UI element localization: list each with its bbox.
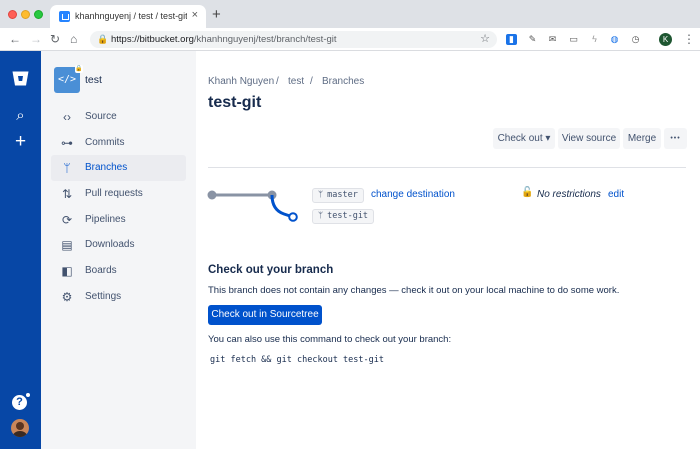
chart-extension-icon[interactable]: ▮ [506,34,517,45]
change-destination-link[interactable]: change destination [371,189,455,200]
profile-avatar[interactable]: K [659,33,672,46]
restrictions-status: No restrictions [537,189,601,200]
forward-arrow-icon[interactable]: → [30,32,42,46]
sidebar-item-label: Pull requests [85,188,143,199]
sidebar-item-label: Commits [85,137,125,148]
sidebar-item-branches[interactable]: ᛘ Branches [51,155,186,181]
gear-icon: ⚙ [61,290,73,304]
home-icon[interactable]: ⌂ [70,32,77,46]
bookmark-star-icon[interactable]: ☆ [480,32,490,45]
private-lock-icon: 🔒 [75,65,83,73]
sidebar-item-pipelines[interactable]: ⟳ Pipelines [51,207,186,233]
sidebar-item-source[interactable]: ‹› Source [51,104,186,130]
sidebar-item-pull-requests[interactable]: ⇅ Pull requests [51,181,186,207]
merge-button[interactable]: Merge [623,128,661,149]
breadcrumb-separator: / [310,76,313,87]
page-title: test-git [208,94,262,111]
window-minimize-button[interactable] [21,10,30,19]
sidebar-item-settings[interactable]: ⚙ Settings [51,284,186,310]
checkout-command[interactable]: git fetch && git checkout test-git [210,355,384,365]
url-text: https://bitbucket.org/khanhnguyenj/test/… [111,34,337,45]
checkout-dropdown-button[interactable]: Check out ▾ [493,128,555,149]
create-plus-icon[interactable]: + [12,131,29,153]
notification-dot [25,392,31,398]
branch-icon: ᛘ [63,161,71,175]
tab-close-icon[interactable]: × [192,9,198,21]
window-close-button[interactable] [8,10,17,19]
downloads-icon: ▤ [61,238,73,252]
browser-tab[interactable]: khanhnguyenj / test / test-git × [50,5,206,28]
tab-title: khanhnguyenj / test / test-git [75,11,187,21]
breadcrumb-separator: / [276,76,279,87]
compass-extension-icon[interactable]: ◍ [609,34,620,45]
checkout-description: This branch does not contain any changes… [208,285,620,296]
screen-extension-icon[interactable]: ▭ [568,34,579,45]
window-maximize-button[interactable] [34,10,43,19]
global-navigation: ⌕ + ? [0,51,41,449]
more-actions-button[interactable]: ••• [664,128,687,149]
branch-graph [207,190,298,222]
search-icon[interactable]: ⌕ [12,107,29,124]
breadcrumb-owner[interactable]: Khanh Nguyen [208,76,274,87]
commits-icon: ⊶ [61,136,73,150]
sidebar-item-label: Branches [85,162,128,173]
bitbucket-favicon-icon [59,11,70,22]
new-tab-button[interactable]: + [212,6,221,23]
breadcrumb-repo[interactable]: test [288,76,304,87]
boards-icon: ◧ [61,264,73,278]
lock-icon: 🔒 [97,34,109,44]
view-source-button[interactable]: View source [558,128,620,149]
sidebar-item-downloads[interactable]: ▤ Downloads [51,232,186,258]
bolt-extension-icon[interactable]: ϟ [589,34,600,45]
eyedropper-extension-icon[interactable]: ✎ [527,34,538,45]
branch-icon: ᛘ [318,190,324,200]
sidebar-item-label: Downloads [85,239,135,250]
reload-icon[interactable]: ↻ [50,32,60,46]
back-arrow-icon[interactable]: ← [9,32,21,46]
browser-tab-bar: khanhnguyenj / test / test-git × + [0,0,700,28]
pipelines-icon: ⟳ [61,213,73,227]
sidebar-item-label: Source [85,111,117,122]
branch-icon: ᛘ [318,211,324,221]
sidebar-item-label: Boards [85,265,117,276]
sidebar-item-commits[interactable]: ⊶ Commits [51,130,186,156]
main-content: Khanh Nguyen / test / Branches test-git … [196,51,700,449]
browser-toolbar: ← → ↻ ⌂ 🔒 https://bitbucket.org/khanhngu… [0,28,700,51]
divider [208,167,686,168]
breadcrumb-section[interactable]: Branches [322,76,364,87]
sidebar-item-label: Pipelines [85,214,126,225]
sidebar-item-label: Settings [85,291,122,302]
source-branch-chip: ᛘ test-git [312,209,375,224]
project-sidebar: </> 🔒 test ‹› Source ⊶ Commits ᛘ Branche… [41,51,196,449]
clock-extension-icon[interactable]: ◷ [630,34,641,45]
command-intro: You can also use this command to check o… [208,334,452,345]
bitbucket-logo-icon[interactable] [12,71,29,86]
checkout-section-title: Check out your branch [208,264,334,276]
sidebar-item-boards[interactable]: ◧ Boards [51,258,186,284]
repo-name[interactable]: test [85,74,102,86]
edit-restrictions-link[interactable]: edit [608,189,624,200]
pull-request-icon: ⇅ [61,187,73,201]
mail-extension-icon[interactable]: ✉ [547,34,558,45]
code-icon: ‹› [63,110,71,124]
address-bar[interactable]: 🔒 https://bitbucket.org/khanhnguyenj/tes… [90,31,497,48]
checkout-sourcetree-button[interactable]: Check out in Sourcetree [208,305,322,325]
commit-node [207,190,217,200]
help-icon[interactable]: ? [12,395,27,410]
unlock-icon: 🔓 [521,187,534,198]
user-avatar[interactable] [11,419,29,437]
browser-menu-icon[interactable]: ⋮ [683,32,695,46]
target-branch-chip: ᛘ master [312,188,364,203]
branch-head-node [288,212,298,222]
